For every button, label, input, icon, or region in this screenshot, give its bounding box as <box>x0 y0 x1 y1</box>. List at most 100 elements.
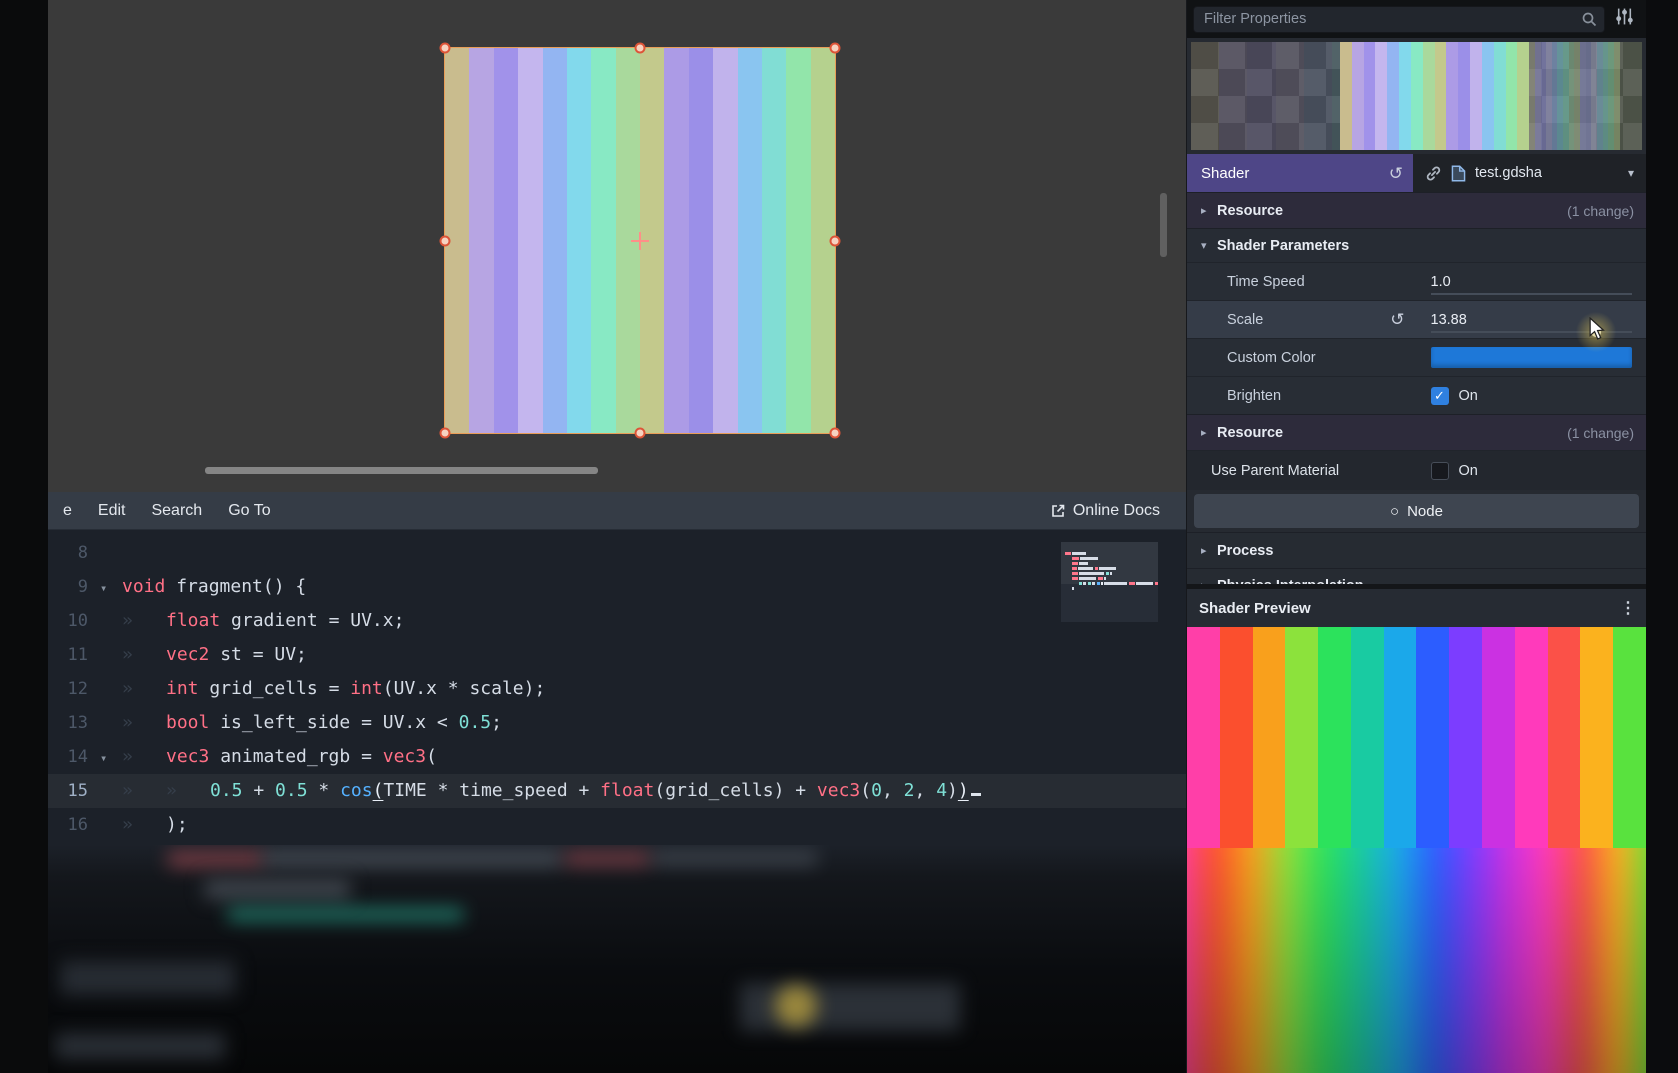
stripe <box>1470 42 1482 150</box>
viewport-2d[interactable] <box>48 0 1186 492</box>
stripe <box>1494 42 1506 150</box>
code-minimap[interactable] <box>1061 542 1158 622</box>
time-speed-row: Time Speed 1.0 <box>1187 262 1646 300</box>
selected-sprite[interactable] <box>445 48 835 433</box>
shader-resource-picker[interactable]: test.gdsha ▾ <box>1413 154 1646 192</box>
menu-search[interactable]: Search <box>138 502 215 520</box>
selection-handle[interactable] <box>440 428 451 439</box>
time-speed-label: Time Speed <box>1187 274 1417 290</box>
menu-goto[interactable]: Go To <box>215 502 283 520</box>
stripe <box>1458 42 1470 150</box>
scale-label: Scale ↺ <box>1187 311 1417 328</box>
stripe <box>1399 42 1411 150</box>
stripe <box>1340 42 1352 150</box>
chevron-right-icon: ▸ <box>1201 426 1217 439</box>
filter-properties-input[interactable] <box>1193 6 1605 33</box>
shader-property-row: Shader ↺ test.gdsha ▾ <box>1187 154 1646 192</box>
node-circle-icon: ○ <box>1390 503 1399 520</box>
right-edge-strip <box>1646 0 1678 1073</box>
viewport-vertical-scrollbar[interactable] <box>1160 193 1167 257</box>
revert-icon[interactable]: ↺ <box>1390 311 1404 328</box>
panel-menu-icon[interactable]: ⋮ <box>1620 598 1636 618</box>
selection-handle[interactable] <box>830 43 841 54</box>
code-line-15[interactable]: 15»»0.5 + 0.5 * cos(TIME * time_speed + … <box>48 774 1186 808</box>
chevron-down-icon[interactable]: ▾ <box>1628 166 1634 180</box>
blur-blob <box>565 851 650 866</box>
viewport-horizontal-scrollbar[interactable] <box>205 467 598 474</box>
code-line-10[interactable]: 10»float gradient = UV.x; <box>48 604 1186 638</box>
process-section-header[interactable]: ▸ Process <box>1187 532 1646 568</box>
selection-handle[interactable] <box>830 235 841 246</box>
code-line-9[interactable]: 9▾void fragment() { <box>48 570 1186 604</box>
menu-edit[interactable]: Edit <box>85 502 139 520</box>
selection-handle[interactable] <box>635 43 646 54</box>
custom-color-row: Custom Color <box>1187 338 1646 376</box>
stripe <box>1352 42 1364 150</box>
blurred-bottom-region <box>0 845 1186 1073</box>
inspector-panel: Shader ↺ test.gdsha ▾ ▸ Resource (1 chan… <box>1186 0 1646 1073</box>
stripe <box>786 48 810 433</box>
code-line-11[interactable]: 11»vec2 st = UV; <box>48 638 1186 672</box>
menu-file-partial[interactable]: e <box>50 502 85 520</box>
shader-preview-panel <box>1187 627 1646 1073</box>
texture-stripes <box>1340 42 1529 150</box>
stripe <box>567 48 591 433</box>
shader-resource-name[interactable]: test.gdsha <box>1475 165 1542 181</box>
stripe <box>518 48 542 433</box>
online-docs-button[interactable]: Online Docs <box>1050 502 1160 520</box>
node-button[interactable]: ○ Node <box>1194 494 1639 528</box>
chevron-down-icon: ▾ <box>1201 239 1217 252</box>
mouse-cursor <box>1589 317 1605 341</box>
selection-handle[interactable] <box>830 428 841 439</box>
time-speed-value: 1.0 <box>1431 274 1451 290</box>
blur-blob <box>60 961 235 995</box>
inspector-tools-button[interactable] <box>1613 5 1636 33</box>
code-line-16[interactable]: 16»); <box>48 808 1186 842</box>
stripe <box>543 48 567 433</box>
shader-preview-blur <box>1187 848 1646 1073</box>
resource-section-header[interactable]: ▸ Resource (1 change) <box>1187 192 1646 228</box>
use-parent-material-checkbox[interactable] <box>1431 462 1449 480</box>
stripe <box>1247 42 1275 150</box>
change-count-badge: (1 change) <box>1567 425 1634 441</box>
selection-handle[interactable] <box>440 43 451 54</box>
stripe <box>1387 42 1399 150</box>
shader-parameters-header[interactable]: ▾ Shader Parameters <box>1187 228 1646 262</box>
shader-label-text: Shader <box>1201 165 1249 182</box>
time-speed-slider[interactable]: 1.0 <box>1417 263 1647 300</box>
blur-blob <box>775 985 817 1027</box>
shader-preview-header: Shader Preview ⋮ <box>1187 584 1646 627</box>
use-parent-material-row: Use Parent Material On <box>1187 450 1646 490</box>
shader-file-icon <box>1451 165 1466 182</box>
use-parent-material-state-label: On <box>1459 463 1478 479</box>
chevron-right-icon: ▸ <box>1201 204 1217 217</box>
selection-handle[interactable] <box>635 428 646 439</box>
scale-slider[interactable]: 13.88 <box>1417 301 1647 338</box>
link-icon[interactable] <box>1425 165 1442 182</box>
code-line-12[interactable]: 12»int grid_cells = int(UV.x * scale); <box>48 672 1186 706</box>
code-line-14[interactable]: 14▾»vec3 animated_rgb = vec3( <box>48 740 1186 774</box>
blur-blob <box>262 851 562 866</box>
stripe <box>1304 42 1332 150</box>
color-picker-swatch[interactable] <box>1431 347 1633 368</box>
slider-track[interactable] <box>1431 293 1633 295</box>
blur-blob <box>55 1033 225 1059</box>
blur-blob <box>205 879 350 899</box>
resource-section-header[interactable]: ▸ Resource (1 change) <box>1187 414 1646 450</box>
shader-parameters-label: Shader Parameters <box>1217 238 1349 254</box>
code-line-13[interactable]: 13»bool is_left_side = UV.x < 0.5; <box>48 706 1186 740</box>
script-editor-menubar: e Edit Search Go To Online Docs <box>48 492 1186 530</box>
stripe <box>591 48 615 433</box>
physics-interpolation-section-header[interactable]: ▸ Physics Interpolation <box>1187 568 1646 584</box>
stripe <box>1364 42 1376 150</box>
blur-blob <box>652 851 817 865</box>
change-count-badge: (1 change) <box>1567 203 1634 219</box>
code-line-8[interactable]: 8 <box>48 536 1186 570</box>
external-link-icon <box>1050 503 1066 519</box>
brighten-checkbox[interactable]: ✓ <box>1431 387 1449 405</box>
left-edge-strip <box>0 0 48 1073</box>
node-button-label: Node <box>1407 503 1443 520</box>
selection-handle[interactable] <box>440 235 451 246</box>
shader-property-label[interactable]: Shader ↺ <box>1187 154 1413 192</box>
revert-icon[interactable]: ↺ <box>1389 165 1403 182</box>
